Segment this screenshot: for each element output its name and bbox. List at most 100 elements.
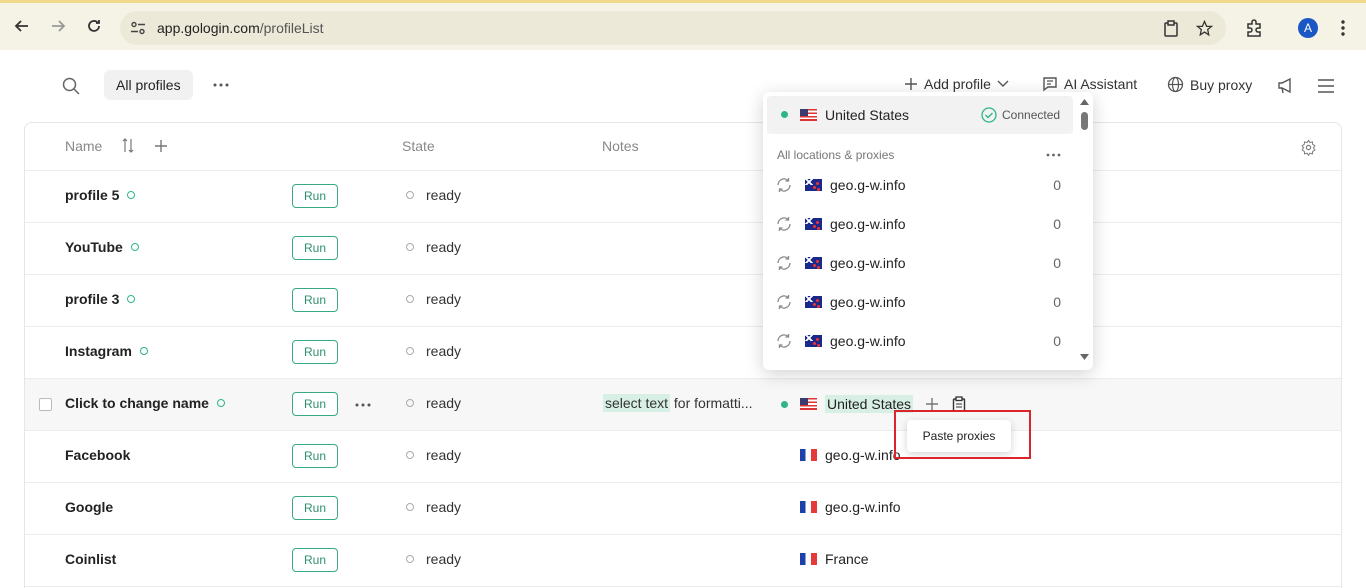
- scroll-up-icon[interactable]: [1080, 99, 1089, 105]
- forward-button[interactable]: [47, 15, 69, 37]
- run-button[interactable]: Run: [292, 392, 338, 416]
- profile-state: ready: [406, 291, 461, 307]
- table-row[interactable]: Facebook Run ready geo.g-w.info: [25, 431, 1341, 483]
- scrollbar-thumb[interactable]: [1081, 112, 1088, 130]
- nz-flag-icon: [805, 335, 822, 347]
- run-button[interactable]: Run: [292, 496, 338, 520]
- proxy-host: geo.g-w.info: [830, 216, 906, 232]
- reload-button[interactable]: [83, 15, 105, 37]
- run-button[interactable]: Run: [292, 236, 338, 260]
- more-horizontal-icon[interactable]: [213, 83, 229, 87]
- highlight-frame: [894, 410, 1031, 459]
- ai-assistant-button[interactable]: AI Assistant: [1042, 76, 1137, 92]
- state-dot-icon: [406, 295, 414, 303]
- chat-icon: [1043, 77, 1057, 92]
- locations-section-label: All locations & proxies: [777, 148, 895, 162]
- sort-icon[interactable]: [122, 138, 134, 153]
- proxy-cell[interactable]: geo.g-w.info: [800, 499, 901, 515]
- table-row[interactable]: profile 3 Run ready: [25, 275, 1341, 327]
- proxy-option[interactable]: geo.g-w.info 0: [775, 290, 1075, 314]
- state-dot-icon: [406, 243, 414, 251]
- more-vertical-icon[interactable]: [1340, 19, 1346, 37]
- refresh-icon: [777, 256, 791, 270]
- reload-icon: [88, 20, 100, 32]
- table-row[interactable]: Instagram Run ready: [25, 327, 1341, 379]
- proxy-host: geo.g-w.info: [830, 294, 906, 310]
- settings-gear-icon[interactable]: [1300, 139, 1317, 156]
- state-text: ready: [426, 447, 462, 463]
- menu-icon[interactable]: [1318, 79, 1334, 93]
- proxy-option[interactable]: geo.g-w.info 0: [775, 251, 1075, 275]
- profile-name-text: Instagram: [65, 343, 132, 359]
- run-button[interactable]: Run: [292, 184, 338, 208]
- state-text: ready: [426, 187, 462, 203]
- more-horizontal-icon[interactable]: [1046, 153, 1061, 157]
- run-button[interactable]: Run: [292, 548, 338, 572]
- selected-proxy-option[interactable]: United States Connected: [767, 96, 1073, 134]
- buy-proxy-label: Buy proxy: [1190, 76, 1253, 93]
- table-row[interactable]: profile 5 Run ready: [25, 171, 1341, 223]
- profile-name[interactable]: profile 3: [65, 291, 136, 307]
- profile-name[interactable]: profile 5: [65, 187, 136, 203]
- profile-name[interactable]: Google: [65, 499, 113, 515]
- arrow-left-icon: [14, 20, 28, 32]
- buy-proxy-button[interactable]: Buy proxy: [1167, 76, 1252, 93]
- avatar[interactable]: A: [1298, 18, 1318, 38]
- profiles-table: Name State Notes profile 5 Run ready You…: [24, 122, 1342, 588]
- proxy-count: 0: [1053, 294, 1061, 310]
- profile-name-text: profile 3: [65, 291, 120, 307]
- notes-cell[interactable]: select text for formatti...: [603, 394, 753, 412]
- search-icon[interactable]: [62, 77, 80, 95]
- profile-name[interactable]: Instagram: [65, 343, 148, 359]
- profile-name[interactable]: YouTube: [65, 239, 139, 255]
- proxy-host: geo.g-w.info: [830, 177, 906, 193]
- table-row[interactable]: Coinlist Run ready France: [25, 535, 1341, 587]
- status-dot-icon: [130, 243, 139, 251]
- run-button[interactable]: Run: [292, 340, 338, 364]
- add-profile-button[interactable]: Add profile: [904, 76, 1009, 92]
- state-text: ready: [426, 499, 462, 515]
- table-row[interactable]: Click to change name Run ready select te…: [25, 379, 1341, 431]
- column-state-header[interactable]: State: [402, 138, 435, 154]
- extensions-icon[interactable]: [1245, 19, 1263, 37]
- state-dot-icon: [406, 399, 414, 407]
- column-notes-header[interactable]: Notes: [602, 138, 639, 154]
- url-path: /profileList: [259, 20, 324, 36]
- run-button[interactable]: Run: [292, 444, 338, 468]
- address-bar[interactable]: app.gologin.com/profileList: [120, 11, 1226, 45]
- add-profile-label: Add profile: [924, 76, 991, 92]
- profile-state: ready: [406, 343, 461, 359]
- back-button[interactable]: [11, 15, 33, 37]
- profile-name[interactable]: Click to change name: [65, 395, 225, 411]
- state-dot-icon: [406, 555, 414, 563]
- tab-all-profiles[interactable]: All profiles: [104, 70, 193, 100]
- megaphone-icon[interactable]: [1277, 77, 1295, 94]
- profile-name[interactable]: Coinlist: [65, 551, 116, 567]
- scroll-down-icon[interactable]: [1080, 354, 1089, 360]
- profile-name-text: YouTube: [65, 239, 123, 255]
- row-checkbox[interactable]: [39, 398, 52, 411]
- france-flag-icon: [800, 553, 817, 565]
- clipboard-icon[interactable]: [1163, 20, 1179, 37]
- profile-name-text: Facebook: [65, 447, 131, 463]
- table-row[interactable]: Google Run ready geo.g-w.info: [25, 483, 1341, 535]
- add-proxy-icon[interactable]: [925, 397, 939, 411]
- table-row[interactable]: YouTube Run ready: [25, 223, 1341, 275]
- profile-name[interactable]: Facebook: [65, 447, 130, 463]
- run-button[interactable]: Run: [292, 288, 338, 312]
- status-dot-icon: [139, 347, 148, 355]
- proxy-option[interactable]: geo.g-w.info 0: [775, 212, 1075, 236]
- proxy-option[interactable]: geo.g-w.info 0: [775, 173, 1075, 197]
- profile-state: ready: [406, 395, 461, 411]
- column-name-header[interactable]: Name: [65, 138, 102, 154]
- proxy-cell[interactable]: geo.g-w.info: [800, 447, 901, 463]
- globe-icon: [1167, 76, 1184, 93]
- proxy-host: geo.g-w.info: [830, 255, 906, 271]
- add-column-icon[interactable]: [154, 139, 168, 153]
- proxy-cell[interactable]: France: [800, 551, 869, 567]
- nz-flag-icon: [805, 179, 822, 191]
- star-icon[interactable]: [1196, 20, 1213, 37]
- row-more-icon[interactable]: [355, 403, 371, 407]
- proxy-option[interactable]: geo.g-w.info 0: [775, 329, 1075, 353]
- profile-name-text: Click to change name: [65, 395, 209, 411]
